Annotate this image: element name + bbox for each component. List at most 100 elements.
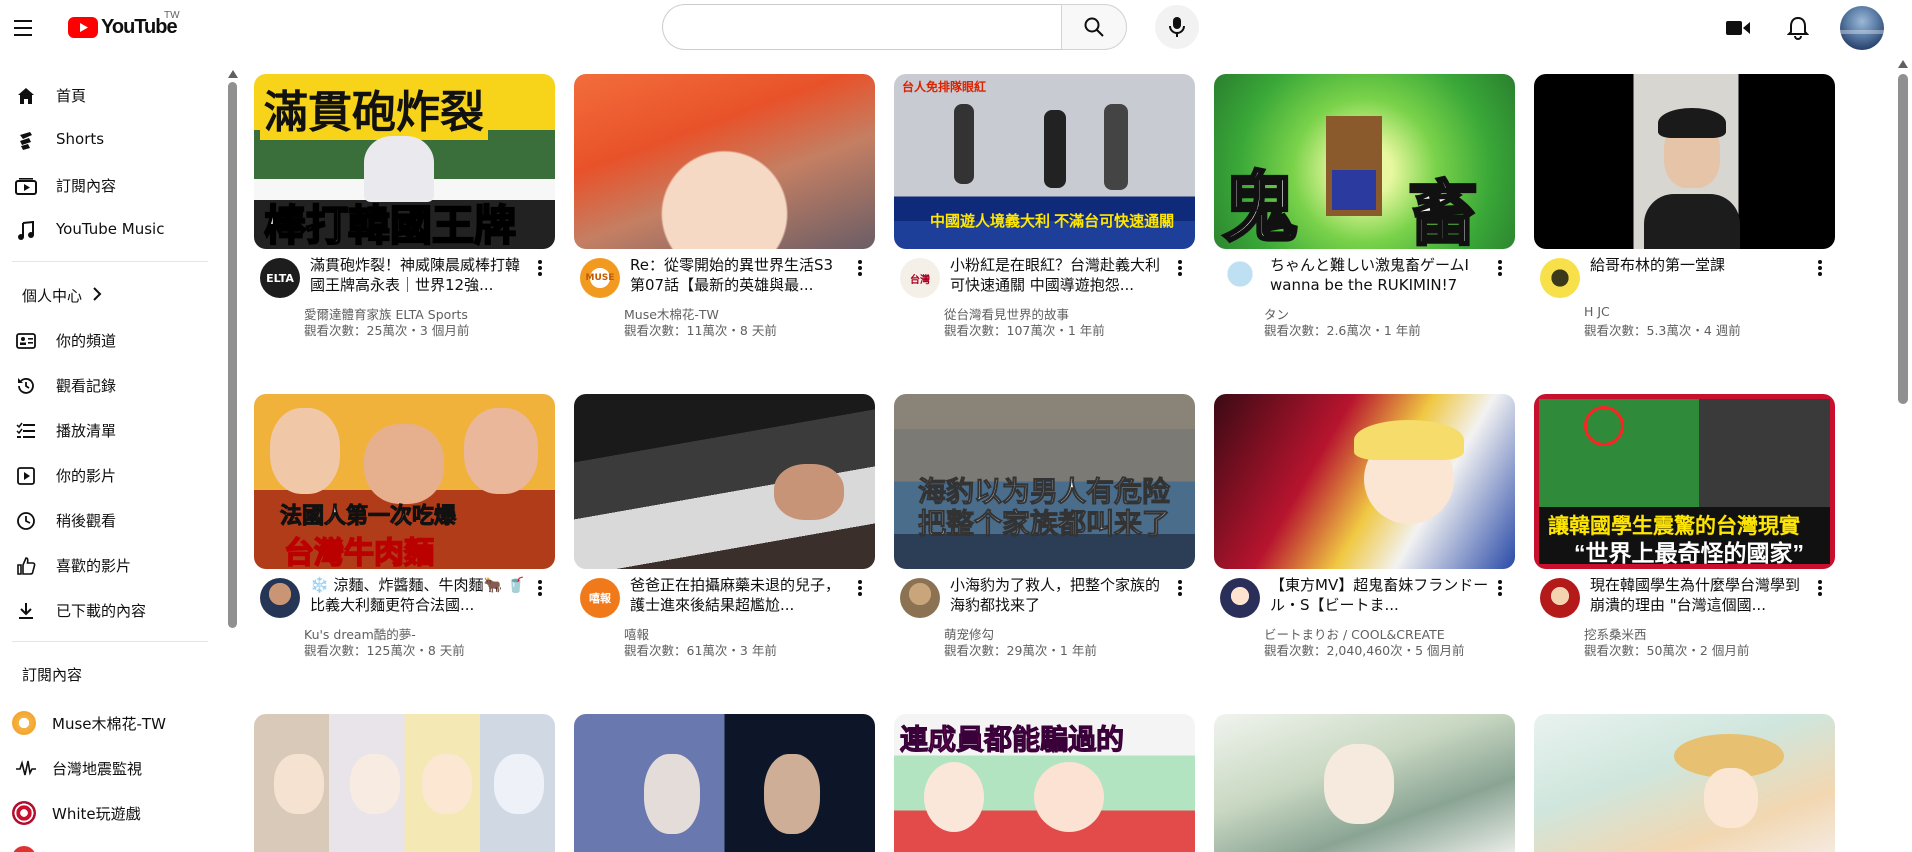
sidebar-item-liked-videos[interactable]: 喜歡的影片 — [0, 544, 226, 584]
sidebar-sub-earthquake[interactable]: 台灣地震監視 — [0, 747, 226, 787]
thumbnail-headline: 法國人第一次吃爆 — [279, 503, 457, 529]
video-thumbnail[interactable]: 讓韓國學生震驚的台灣現實 “世界上最奇怪的國家” — [1534, 394, 1835, 569]
sidebar-item-watch-later[interactable]: 稍後觀看 — [0, 499, 226, 539]
video-title[interactable]: 爸爸正在拍攝麻藥未退的兒子，護士進來後結果超尷尬... — [630, 575, 850, 615]
thumbnail-headline: 中國遊人境義大利 不滿台可快速通關 — [930, 213, 1175, 230]
video-card[interactable] — [1214, 714, 1515, 852]
sidebar-item-history[interactable]: 觀看記錄 — [0, 364, 226, 404]
channel-avatar[interactable]: 台灣 — [900, 258, 940, 298]
channel-avatar[interactable]: MUSE — [580, 258, 620, 298]
video-title[interactable]: 小粉紅是在眼紅？台灣赴義大利可快速通關 中國導遊抱怨... — [950, 255, 1170, 295]
sidebar-scroll-thumb[interactable] — [228, 82, 237, 628]
scroll-up-arrow-icon[interactable] — [228, 70, 238, 78]
video-card[interactable]: 連成員都能騙過的 — [894, 714, 1195, 852]
video-thumbnail[interactable]: 海豹以为男人有危险 把整个家族都叫来了 — [894, 394, 1195, 569]
channel-name[interactable]: H JC — [1584, 304, 1824, 319]
video-thumbnail[interactable] — [1214, 394, 1515, 569]
channel-avatar[interactable] — [1220, 578, 1260, 618]
video-title[interactable]: ちゃんと難しい激鬼畜ゲームI wanna be the RUKIMIN!7 — [1270, 255, 1490, 295]
video-meta: 觀看次數：2,040,460次・5 個月前 — [1264, 643, 1465, 658]
video-card[interactable]: 滿貫砲炸裂 棒打韓國王牌 ELTA 滿貫砲炸裂！神威陳晨威棒打韓國王牌高永表｜世… — [254, 74, 555, 374]
sidebar-item-shorts[interactable]: Shorts — [0, 119, 226, 159]
guide-menu-button[interactable] — [10, 14, 38, 42]
search-button[interactable] — [1061, 4, 1127, 50]
sidebar-item-your-channel[interactable]: 你的頻道 — [0, 319, 226, 359]
more-vert-icon[interactable] — [1810, 576, 1830, 600]
video-title[interactable]: 滿貫砲炸裂！神威陳晨威棒打韓國王牌高永表｜世界12強... — [310, 255, 530, 295]
video-card[interactable]: 法國人第一次吃爆 台灣牛肉麵 ❄️ 涼麵、炸醬麵、牛肉麵🐂 🥤比義大利麵更符合法… — [254, 394, 555, 694]
sidebar-item-your-videos[interactable]: 你的影片 — [0, 454, 226, 494]
video-title[interactable]: 給哥布林的第一堂課 — [1590, 255, 1810, 275]
more-vert-icon[interactable] — [850, 576, 870, 600]
video-card[interactable]: 讓韓國學生震驚的台灣現實 “世界上最奇怪的國家” 現在韓國學生為什麼學台灣學到崩… — [1534, 394, 1835, 694]
sidebar-sub-muse[interactable]: Muse木棉花-TW — [0, 702, 226, 742]
video-card[interactable]: 台人免排隊眼紅 中國遊人境義大利 不滿台可快速通關 台灣 小粉紅是在眼紅？台灣赴… — [894, 74, 1195, 374]
video-thumbnail[interactable] — [1214, 714, 1515, 852]
sidebar-item-label: YouTube Music — [56, 220, 165, 238]
youtube-logo[interactable]: YouTube — [68, 14, 178, 40]
video-card[interactable]: 【東方MV】超鬼畜妹フランドール・S【ビートま... ビートまりお / COOL… — [1214, 394, 1515, 694]
sidebar-sub-partial[interactable] — [0, 837, 226, 852]
search-input[interactable] — [662, 4, 1062, 50]
video-thumbnail[interactable]: 連成員都能騙過的 — [894, 714, 1195, 852]
video-thumbnail[interactable]: 台人免排隊眼紅 中國遊人境義大利 不滿台可快速通關 — [894, 74, 1195, 249]
sidebar-sub-white[interactable]: White玩遊戲 — [0, 792, 226, 832]
video-thumbnail[interactable] — [574, 394, 875, 569]
sidebar-item-playlists[interactable]: 播放清單 — [0, 409, 226, 449]
video-meta: 觀看次數：25萬次・3 個月前 — [304, 323, 470, 338]
more-vert-icon[interactable] — [1810, 256, 1830, 280]
video-thumbnail[interactable] — [1534, 714, 1835, 852]
page-scroll-thumb[interactable] — [1898, 74, 1908, 404]
channel-avatar[interactable]: ELTA — [260, 258, 300, 298]
video-title[interactable]: 小海豹为了救人，把整个家族的海豹都找来了 — [950, 575, 1170, 615]
video-card[interactable]: 海豹以为男人有危险 把整个家族都叫来了 小海豹为了救人，把整个家族的海豹都找来了… — [894, 394, 1195, 694]
sidebar-item-home[interactable]: 首頁 — [0, 74, 226, 114]
video-card[interactable] — [254, 714, 555, 852]
video-thumbnail[interactable] — [254, 714, 555, 852]
sidebar-item-youtube-music[interactable]: YouTube Music — [0, 209, 226, 249]
video-card[interactable]: 鬼 畜 ちゃんと難しい激鬼畜ゲームI wanna be the RUKIMIN!… — [1214, 74, 1515, 374]
video-card[interactable] — [1534, 714, 1835, 852]
sidebar-scrollbar[interactable] — [228, 70, 238, 630]
channel-avatar[interactable] — [1540, 578, 1580, 618]
video-thumbnail[interactable]: 鬼 畜 — [1214, 74, 1515, 249]
channel-avatar[interactable] — [900, 578, 940, 618]
more-vert-icon[interactable] — [1490, 256, 1510, 280]
sidebar-you-heading[interactable]: 個人中心 — [0, 274, 226, 314]
account-avatar[interactable] — [1840, 6, 1884, 50]
sidebar-divider — [12, 261, 208, 262]
video-thumbnail[interactable] — [1534, 74, 1835, 249]
video-card[interactable]: 給哥布林的第一堂課 H JC 觀看次數：5.3萬次・4 週前 — [1534, 74, 1835, 374]
scroll-up-arrow-icon[interactable] — [1898, 60, 1908, 68]
more-vert-icon[interactable] — [850, 256, 870, 280]
video-card[interactable]: MUSE Re：從零開始的異世界生活S3 第07話【最新的英雄與最... Mus… — [574, 74, 875, 374]
video-thumbnail[interactable]: 滿貫砲炸裂 棒打韓國王牌 — [254, 74, 555, 249]
more-vert-icon[interactable] — [530, 256, 550, 280]
channel-avatar[interactable] — [260, 578, 300, 618]
sidebar-item-subscriptions[interactable]: 訂閱內容 — [0, 164, 226, 204]
video-thumbnail[interactable] — [574, 74, 875, 249]
video-card[interactable]: 嘻報 爸爸正在拍攝麻藥未退的兒子，護士進來後結果超尷尬... 嘻報 觀看次數：6… — [574, 394, 875, 694]
video-meta: 觀看次數：107萬次・1 年前 — [944, 323, 1105, 338]
create-button[interactable] — [1718, 10, 1758, 46]
more-vert-icon[interactable] — [1170, 256, 1190, 280]
video-title[interactable]: ❄️ 涼麵、炸醬麵、牛肉麵🐂 🥤比義大利麵更符合法國... — [310, 575, 530, 615]
more-vert-icon[interactable] — [1490, 576, 1510, 600]
voice-search-button[interactable] — [1155, 5, 1199, 49]
page-scrollbar[interactable] — [1896, 60, 1910, 852]
channel-avatar[interactable] — [1220, 258, 1260, 298]
video-thumbnail[interactable] — [574, 714, 875, 852]
video-thumbnail[interactable]: 法國人第一次吃爆 台灣牛肉麵 — [254, 394, 555, 569]
sidebar-item-label: 播放清單 — [56, 422, 117, 440]
channel-avatar[interactable] — [1540, 258, 1580, 298]
video-title[interactable]: Re：從零開始的異世界生活S3 第07話【最新的英雄與最... — [630, 255, 850, 295]
sidebar-item-downloads[interactable]: 已下載的內容 — [0, 589, 226, 629]
more-vert-icon[interactable] — [1170, 576, 1190, 600]
video-card[interactable] — [574, 714, 875, 852]
notifications-button[interactable] — [1778, 8, 1818, 48]
video-title[interactable]: 現在韓國學生為什麼學台灣學到崩潰的理由 "台灣這個國... — [1590, 575, 1810, 615]
chevron-right-icon — [92, 286, 102, 305]
video-title[interactable]: 【東方MV】超鬼畜妹フランドール・S【ビートま... — [1270, 575, 1490, 615]
channel-avatar[interactable]: 嘻報 — [580, 578, 620, 618]
more-vert-icon[interactable] — [530, 576, 550, 600]
